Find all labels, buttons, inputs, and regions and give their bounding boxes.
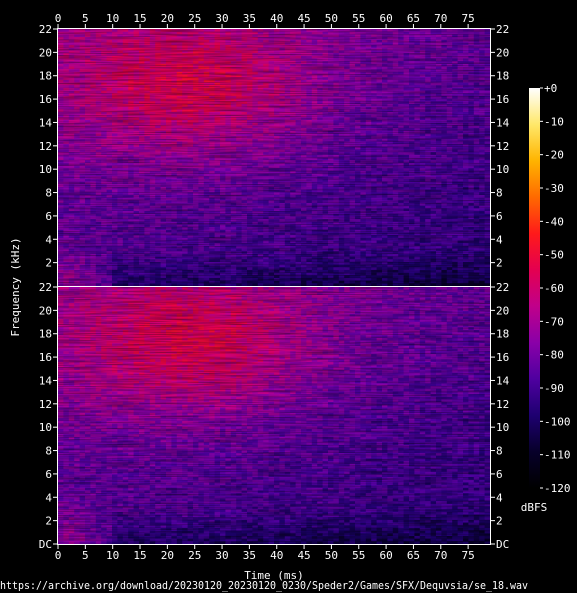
spectrogram-figure: 0 5 10 15 20 25 30 35 40 45 50 55 60 65 70 75 0 5 10 15 20 2… (0, 12, 571, 592)
channel-top (58, 29, 491, 287)
